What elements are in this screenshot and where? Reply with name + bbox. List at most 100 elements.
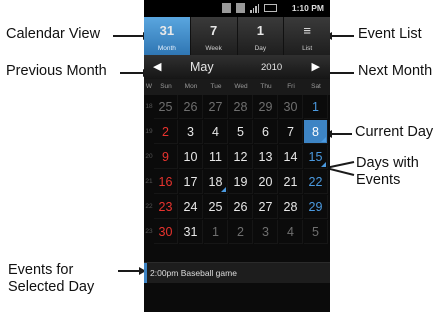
week-row: 18 25 26 27 28 29 30 1	[144, 95, 330, 119]
day-cell[interactable]: 10	[179, 145, 203, 169]
current-day-leader	[330, 133, 352, 135]
day-cell[interactable]: 1	[304, 95, 328, 119]
day-cell[interactable]: 28	[279, 195, 303, 219]
day-cell[interactable]: 13	[254, 145, 278, 169]
day-cell[interactable]: 9	[154, 145, 178, 169]
day-cell[interactable]: 28	[229, 95, 253, 119]
day-cell[interactable]: 16	[154, 170, 178, 194]
weekday-mon: Mon	[184, 83, 198, 90]
day-cell[interactable]: 31	[179, 220, 203, 244]
weekday-thu: Thu	[260, 83, 272, 90]
week-row: 19 2 3 4 5 6 7 8	[144, 120, 330, 144]
day-cell[interactable]: 27	[204, 95, 228, 119]
days-with-events-leader-upper	[328, 161, 355, 169]
weekday-sat: Sat	[311, 83, 321, 90]
day-cell[interactable]: 5	[304, 220, 328, 244]
next-month-leader	[328, 72, 354, 74]
status-icons	[222, 3, 277, 13]
month-name: May	[190, 60, 214, 74]
days-with-events-line2: Events	[356, 171, 401, 188]
battery-icon	[264, 4, 277, 12]
next-month-callout: Next Month	[358, 63, 433, 79]
day-view-icon: 1	[256, 23, 264, 38]
events-selected-line1: Events for	[8, 262, 74, 278]
day-cell[interactable]: 5	[229, 120, 253, 144]
week-view-icon: 7	[210, 23, 218, 38]
events-selected-line2: Selected Day	[8, 278, 95, 295]
tab-day[interactable]: 1 Day	[238, 17, 285, 55]
day-cell[interactable]: 7	[279, 120, 303, 144]
day-cell[interactable]: 3	[254, 220, 278, 244]
tab-list[interactable]: ≡ List	[284, 17, 330, 55]
day-cell[interactable]: 19	[229, 170, 253, 194]
status-bar: 1:10 PM	[144, 0, 330, 17]
previous-month-button[interactable]: ◀	[153, 60, 161, 73]
view-tabs: 31 Month 7 Week 1 Day ≡ List	[144, 17, 330, 55]
day-cell[interactable]: 23	[154, 195, 178, 219]
day-cell[interactable]: 25	[154, 95, 178, 119]
calendar-view-leader	[113, 35, 145, 37]
day-cell[interactable]: 25	[204, 195, 228, 219]
month-grid: 18 25 26 27 28 29 30 1 19 2 3 4 5 6 7 8 20 9 10 11 12 13 14 15 2…	[144, 95, 330, 287]
week-number-header: W	[145, 83, 153, 90]
signal-icon	[250, 3, 259, 13]
event-marker-icon	[321, 162, 326, 167]
tab-day-label: Day	[254, 45, 267, 52]
day-cell[interactable]: 20	[254, 170, 278, 194]
day-cell[interactable]: 17	[179, 170, 203, 194]
status-time: 1:10 PM	[291, 3, 324, 13]
weekday-fri: Fri	[287, 83, 295, 90]
month-navigation: ◀ May 2010 ▶	[144, 55, 330, 79]
event-item[interactable]: 2:00pm Baseball game	[150, 268, 237, 278]
year-label: 2010	[261, 62, 283, 73]
calendar-screen: 1:10 PM 31 Month 7 Week 1 Day ≡ List ◀ M…	[144, 0, 330, 312]
notification-icon	[222, 3, 231, 13]
day-cell[interactable]: 26	[229, 195, 253, 219]
day-cell[interactable]: 30	[154, 220, 178, 244]
weekday-header: W Sun Mon Tue Wed Thu Fri Sat	[144, 79, 330, 95]
day-cell[interactable]: 4	[204, 120, 228, 144]
day-cell[interactable]: 27	[254, 195, 278, 219]
week-number: 20	[145, 153, 153, 160]
days-with-events-leader-lower	[328, 167, 355, 176]
day-cell[interactable]: 29	[254, 95, 278, 119]
weekday-sun: Sun	[160, 83, 172, 90]
day-cell[interactable]: 3	[179, 120, 203, 144]
day-cell[interactable]: 11	[204, 145, 228, 169]
day-cell[interactable]: 24	[179, 195, 203, 219]
network-icon	[236, 3, 245, 13]
day-cell[interactable]: 14	[279, 145, 303, 169]
day-cell[interactable]: 12	[229, 145, 253, 169]
days-with-events-callout: Days with Events	[356, 155, 419, 188]
day-cell[interactable]: 2	[154, 120, 178, 144]
tab-week[interactable]: 7 Week	[191, 17, 238, 55]
event-marker-icon	[221, 187, 226, 192]
tab-month[interactable]: 31 Month	[144, 17, 191, 55]
day-cell[interactable]: 29	[304, 195, 328, 219]
event-accent-bar	[144, 263, 147, 283]
week-number: 18	[145, 103, 153, 110]
week-number: 23	[145, 228, 153, 235]
day-cell[interactable]: 6	[254, 120, 278, 144]
calendar-view-callout: Calendar View	[6, 26, 101, 42]
day-cell[interactable]: 4	[279, 220, 303, 244]
day-cell[interactable]: 1	[204, 220, 228, 244]
current-day-callout: Current Day	[355, 124, 434, 140]
event-list-leader	[330, 35, 354, 37]
tab-list-label: List	[302, 45, 313, 52]
tab-month-label: Month	[157, 45, 176, 52]
weekday-tue: Tue	[210, 83, 222, 90]
week-number: 19	[145, 128, 153, 135]
list-view-icon: ≡	[303, 23, 311, 38]
next-month-button[interactable]: ▶	[312, 60, 320, 73]
week-number: 21	[145, 178, 153, 185]
day-cell[interactable]: 21	[279, 170, 303, 194]
previous-month-callout: Previous Month	[6, 63, 107, 79]
week-row: 23 30 31 1 2 3 4 5	[144, 220, 330, 244]
day-cell[interactable]: 30	[279, 95, 303, 119]
days-with-events-line1: Days with	[356, 155, 419, 171]
day-cell[interactable]: 26	[179, 95, 203, 119]
event-marker-icon	[321, 137, 326, 142]
day-cell[interactable]: 22	[304, 170, 328, 194]
day-cell[interactable]: 2	[229, 220, 253, 244]
